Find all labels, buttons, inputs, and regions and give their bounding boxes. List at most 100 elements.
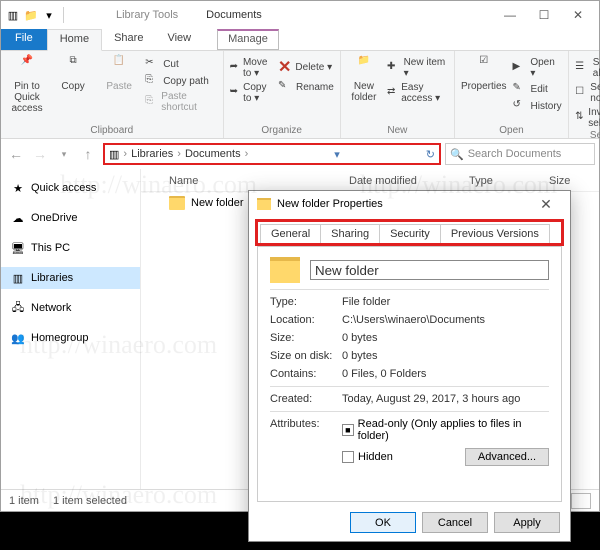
maximize-button[interactable]: ☐ [527,4,561,26]
select-all-icon: ☰ [575,61,589,75]
attributes-label: Attributes: [270,418,342,430]
nav-libraries[interactable]: ▥Libraries [1,267,140,289]
type-label: Type: [270,296,342,308]
dialog-body: Type:File folder Location:C:\Users\winae… [257,246,562,502]
tab-sharing[interactable]: Sharing [320,224,380,243]
col-size[interactable]: Size [549,175,589,187]
dialog-titlebar[interactable]: New folder Properties ✕ [249,191,570,217]
history-button[interactable]: ↺History [513,99,563,113]
tab-security[interactable]: Security [379,224,441,243]
folder-icon [257,198,271,210]
shortcut-icon: ⎘ [145,95,157,109]
crumb-documents[interactable]: Documents [185,148,241,160]
paste-button[interactable]: 📋Paste [99,55,139,92]
up-button[interactable]: ↑ [77,143,99,165]
sizeondisk-value: 0 bytes [342,350,377,362]
dropdown-history-icon[interactable]: ▾ [334,148,340,161]
properties-dialog: New folder Properties ✕ General Sharing … [248,190,571,542]
recent-dropdown[interactable]: ▾ [53,143,75,165]
pin-to-quick-access-button[interactable]: 📌Pin to Quick access [7,55,47,114]
ok-button[interactable]: OK [350,512,416,533]
contains-value: 0 Files, 0 Folders [342,368,426,380]
cut-button[interactable]: ✂Cut [145,57,216,71]
created-value: Today, August 29, 2017, 3 hours ago [342,393,520,405]
properties-icon: ☑ [472,55,496,79]
group-clipboard-label: Clipboard [7,124,217,136]
tab-previous-versions[interactable]: Previous Versions [440,224,550,243]
navigation-pane: ★Quick access ☁OneDrive 🖥This PC ▥Librar… [1,169,141,489]
cancel-button[interactable]: Cancel [422,512,488,533]
location-value: C:\Users\winaero\Documents [342,314,485,326]
tab-general[interactable]: General [260,224,321,243]
column-headers[interactable]: Name Date modified Type Size [141,169,599,192]
tab-view[interactable]: View [155,29,203,50]
status-selected: 1 item selected [53,495,127,507]
nav-quick-access[interactable]: ★Quick access [1,177,140,199]
pin-icon: 📌 [15,55,39,79]
move-to-button[interactable]: ➦Move to ▾ [230,57,272,79]
libraries-icon: ▥ [11,271,25,285]
dropdown-icon[interactable]: ▾ [41,7,57,23]
crumb-libraries[interactable]: Libraries [131,148,173,160]
back-button[interactable]: ← [5,143,27,165]
properties-button[interactable]: ☑Properties [461,55,507,92]
nav-homegroup[interactable]: 👥Homegroup [1,327,140,349]
easy-access-button[interactable]: ⇄Easy access ▾ [387,82,448,104]
refresh-icon[interactable]: ↻ [426,148,435,161]
tab-home[interactable]: Home [47,29,102,51]
large-icons-view-button[interactable] [571,493,591,509]
group-open-label: Open [461,124,562,136]
rename-button[interactable]: ✎Rename [278,80,334,94]
star-icon: ★ [11,181,25,195]
hidden-checkbox[interactable]: Hidden Advanced... [342,448,549,466]
advanced-button[interactable]: Advanced... [465,448,549,466]
copyto-icon: ➥ [230,86,240,100]
col-type[interactable]: Type [469,175,549,187]
new-folder-icon: 📁 [352,55,376,79]
paste-icon: 📋 [107,55,131,79]
forward-button[interactable]: → [29,143,51,165]
tab-file[interactable]: File [1,29,47,50]
new-item-button[interactable]: ✚New item ▾ [387,57,448,79]
edit-button[interactable]: ✎Edit [513,82,563,96]
open-button[interactable]: ▶Open ▾ [513,57,563,79]
folder-big-icon [270,257,300,283]
search-icon: 🔍 [450,148,464,161]
folder-icon [169,196,185,210]
minimize-button[interactable]: — [493,4,527,26]
tab-manage[interactable]: Manage [217,29,279,50]
paste-shortcut-button[interactable]: ⎘Paste shortcut [145,91,216,113]
nav-this-pc[interactable]: 🖥This PC [1,237,140,259]
search-input[interactable]: 🔍 Search Documents [445,143,595,165]
invert-selection-button[interactable]: ⇅Invert selection [575,107,600,129]
breadcrumb[interactable]: ▥ › Libraries › Documents › ▾ ↻ [103,143,441,165]
dialog-close-button[interactable]: ✕ [530,196,562,213]
readonly-checkbox[interactable]: ■Read-only (Only applies to files in fol… [342,418,549,442]
ribbon: 📌Pin to Quick access ⧉Copy 📋Paste ✂Cut ⎘… [1,51,599,139]
col-date[interactable]: Date modified [349,175,469,187]
select-none-button[interactable]: ☐Select none [575,82,600,104]
close-button[interactable]: ✕ [561,4,595,26]
copy-path-button[interactable]: ⎘Copy path [145,74,216,88]
copy-to-button[interactable]: ➥Copy to ▾ [230,82,272,104]
copy-icon: ⧉ [61,55,85,79]
dialog-tabs: General Sharing Security Previous Versio… [260,224,559,243]
copy-button[interactable]: ⧉Copy [53,55,93,92]
col-name[interactable]: Name [169,175,349,187]
new-folder-button[interactable]: 📁New folder [347,55,381,103]
apply-button[interactable]: Apply [494,512,560,533]
tab-share[interactable]: Share [102,29,155,50]
select-all-button[interactable]: ☰Select all [575,57,600,79]
quick-access-toolbar: ▥ 📁 ▾ [5,7,68,23]
checkbox-icon: ■ [342,424,354,436]
network-icon: 🖧 [11,301,25,315]
folder-icon[interactable]: 📁 [23,7,39,23]
nav-network[interactable]: 🖧Network [1,297,140,319]
contains-label: Contains: [270,368,342,380]
delete-button[interactable]: ✕Delete ▾ [278,57,334,77]
invert-icon: ⇅ [575,111,584,125]
type-value: File folder [342,296,390,308]
nav-onedrive[interactable]: ☁OneDrive [1,207,140,229]
folder-name-input[interactable] [310,260,549,280]
size-label: Size: [270,332,342,344]
